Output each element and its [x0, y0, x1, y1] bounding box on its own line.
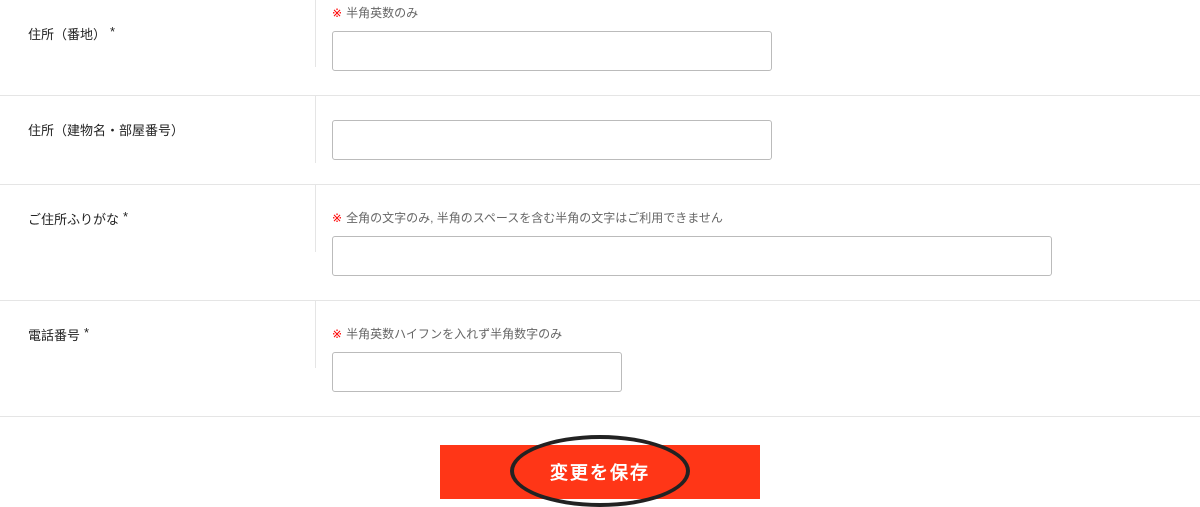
input-cell-phone: ※ 半角英数ハイフンを入れず半角数字のみ	[316, 301, 1200, 416]
input-cell-street: ※ 半角英数のみ	[316, 0, 1200, 95]
label-furigana: ご住所ふりがな *	[0, 185, 316, 252]
input-cell-building	[316, 96, 1200, 184]
address-form: 住所（番地） * ※ 半角英数のみ 住所（建物名・部屋番号） ご住所ふりがな *…	[0, 0, 1200, 499]
required-star: *	[123, 209, 128, 224]
hint-text-phone: 半角英数ハイフンを入れず半角数字のみ	[346, 325, 562, 342]
required-star: *	[84, 325, 89, 340]
row-street: 住所（番地） * ※ 半角英数のみ	[0, 0, 1200, 95]
phone-input[interactable]	[332, 352, 622, 392]
hint-text-street: 半角英数のみ	[346, 4, 418, 21]
submit-row: 変更を保存	[0, 416, 1200, 499]
street-input[interactable]	[332, 31, 772, 71]
label-phone: 電話番号 *	[0, 301, 316, 368]
label-street: 住所（番地） *	[0, 0, 316, 67]
label-text-street: 住所（番地）	[28, 24, 106, 43]
label-text-building: 住所（建物名・部屋番号）	[28, 120, 184, 139]
hint-mark-icon: ※	[332, 6, 342, 20]
hint-mark-icon: ※	[332, 327, 342, 341]
required-star: *	[110, 24, 115, 39]
label-text-phone: 電話番号	[28, 325, 80, 344]
building-input[interactable]	[332, 120, 772, 160]
hint-furigana: ※ 全角の文字のみ, 半角のスペースを含む半角の文字はご利用できません	[332, 209, 1160, 226]
furigana-input[interactable]	[332, 236, 1052, 276]
hint-text-furigana: 全角の文字のみ, 半角のスペースを含む半角の文字はご利用できません	[346, 209, 723, 226]
save-button[interactable]: 変更を保存	[440, 445, 760, 499]
row-furigana: ご住所ふりがな * ※ 全角の文字のみ, 半角のスペースを含む半角の文字はご利用…	[0, 184, 1200, 300]
hint-mark-icon: ※	[332, 211, 342, 225]
label-building: 住所（建物名・部屋番号）	[0, 96, 316, 163]
hint-street: ※ 半角英数のみ	[332, 4, 1160, 21]
row-phone: 電話番号 * ※ 半角英数ハイフンを入れず半角数字のみ	[0, 300, 1200, 416]
row-building: 住所（建物名・部屋番号）	[0, 95, 1200, 184]
label-text-furigana: ご住所ふりがな	[28, 209, 119, 228]
hint-phone: ※ 半角英数ハイフンを入れず半角数字のみ	[332, 325, 1160, 342]
input-cell-furigana: ※ 全角の文字のみ, 半角のスペースを含む半角の文字はご利用できません	[316, 185, 1200, 300]
